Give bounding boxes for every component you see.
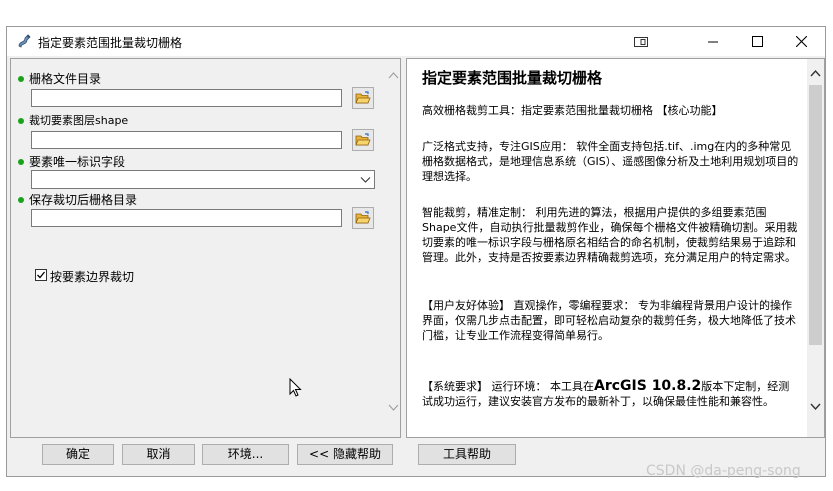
scroll-down-icon[interactable]	[388, 404, 399, 412]
parameters-pane: 栅格文件目录 裁切要素图层shape 要素唯一标识字段 保存裁切后栅格目录 按要…	[10, 58, 401, 438]
help-paragraph: 智能裁剪，精准定制： 利用先进的算法，根据用户提供的多组要素范围Shape文件，…	[422, 206, 798, 264]
required-indicator	[18, 197, 24, 203]
required-indicator	[18, 118, 24, 124]
clip-boundary-checkbox[interactable]	[35, 269, 47, 281]
browse-raster-dir-button[interactable]	[352, 87, 374, 109]
clip-layer-label: 裁切要素图层shape	[29, 114, 129, 127]
minimize-button[interactable]	[691, 27, 735, 56]
output-dir-input[interactable]	[31, 209, 342, 227]
scroll-up-icon[interactable]	[810, 69, 821, 77]
watermark: CSDN @da-peng-song	[646, 463, 801, 479]
help-title: 指定要素范围批量裁切栅格	[422, 69, 603, 87]
tool-dialog-window: 指定要素范围批量裁切栅格 栅格文件目录 裁切要素图层shape 要素唯一标识字段…	[6, 26, 826, 477]
chevron-down-icon	[360, 177, 371, 183]
minimize-icon	[708, 41, 718, 42]
maximize-button[interactable]	[735, 27, 779, 56]
help-pane: 指定要素范围批量裁切栅格 高效栅格裁剪工具：指定要素范围批量裁切栅格 【核心功能…	[406, 58, 825, 438]
help-scrollbar[interactable]	[807, 59, 824, 437]
output-dir-label: 保存裁切后栅格目录	[29, 193, 138, 207]
raster-dir-label: 栅格文件目录	[29, 72, 102, 86]
required-indicator	[18, 159, 24, 165]
close-button[interactable]	[779, 27, 823, 56]
help-paragraph: 广泛格式支持，专注GIS应用： 软件全面支持包括.tif、.img在内的多种常见…	[422, 140, 799, 183]
title-bar: 指定要素范围批量裁切栅格	[7, 27, 825, 56]
required-indicator	[18, 76, 24, 82]
open-folder-icon	[355, 91, 371, 104]
open-folder-icon	[355, 211, 371, 224]
help-paragraph: 高效栅格裁剪工具：指定要素范围批量裁切栅格 【核心功能】	[422, 104, 723, 117]
window-title: 指定要素范围批量裁切栅格	[38, 36, 183, 50]
scroll-thumb[interactable]	[809, 85, 822, 345]
parameters-scrollbar[interactable]	[386, 59, 400, 437]
close-icon	[795, 36, 807, 47]
mouse-cursor-icon	[289, 378, 302, 397]
system-req-prefix: 【系统要求】 运行环境： 本工具在	[422, 380, 594, 393]
maximize-icon	[751, 36, 763, 47]
ok-button[interactable]: 确定	[42, 444, 114, 465]
help-paragraph: 【系统要求】 运行环境： 本工具在ArcGIS 10.8.2版本下定制，经测试成…	[422, 379, 800, 409]
clip-layer-input[interactable]	[31, 131, 342, 149]
arcgis-version: ArcGIS 10.8.2	[594, 378, 702, 394]
open-folder-icon	[355, 133, 371, 146]
snap-layout-icon	[634, 36, 648, 47]
cancel-button[interactable]: 取消	[122, 444, 195, 465]
help-paragraph: 【用户友好体验】 直观操作，零编程要求： 专为非编程背景用户设计的操作界面，仅需…	[422, 299, 796, 342]
clip-boundary-label: 按要素边界裁切	[50, 270, 135, 284]
scroll-down-icon[interactable]	[810, 403, 821, 411]
raster-dir-input[interactable]	[31, 89, 342, 107]
hide-help-button[interactable]: << 隐藏帮助	[297, 444, 393, 465]
unique-field-select[interactable]	[31, 170, 375, 189]
arcgis-tool-icon	[18, 34, 31, 48]
scroll-up-icon[interactable]	[388, 71, 399, 79]
environments-button[interactable]: 环境...	[202, 444, 289, 465]
checkmark-icon	[37, 271, 46, 279]
browse-clip-layer-button[interactable]	[352, 129, 374, 151]
tool-help-button[interactable]: 工具帮助	[418, 444, 516, 465]
unique-field-label: 要素唯一标识字段	[29, 155, 126, 169]
browse-output-dir-button[interactable]	[352, 207, 374, 229]
snap-button[interactable]	[619, 27, 663, 56]
